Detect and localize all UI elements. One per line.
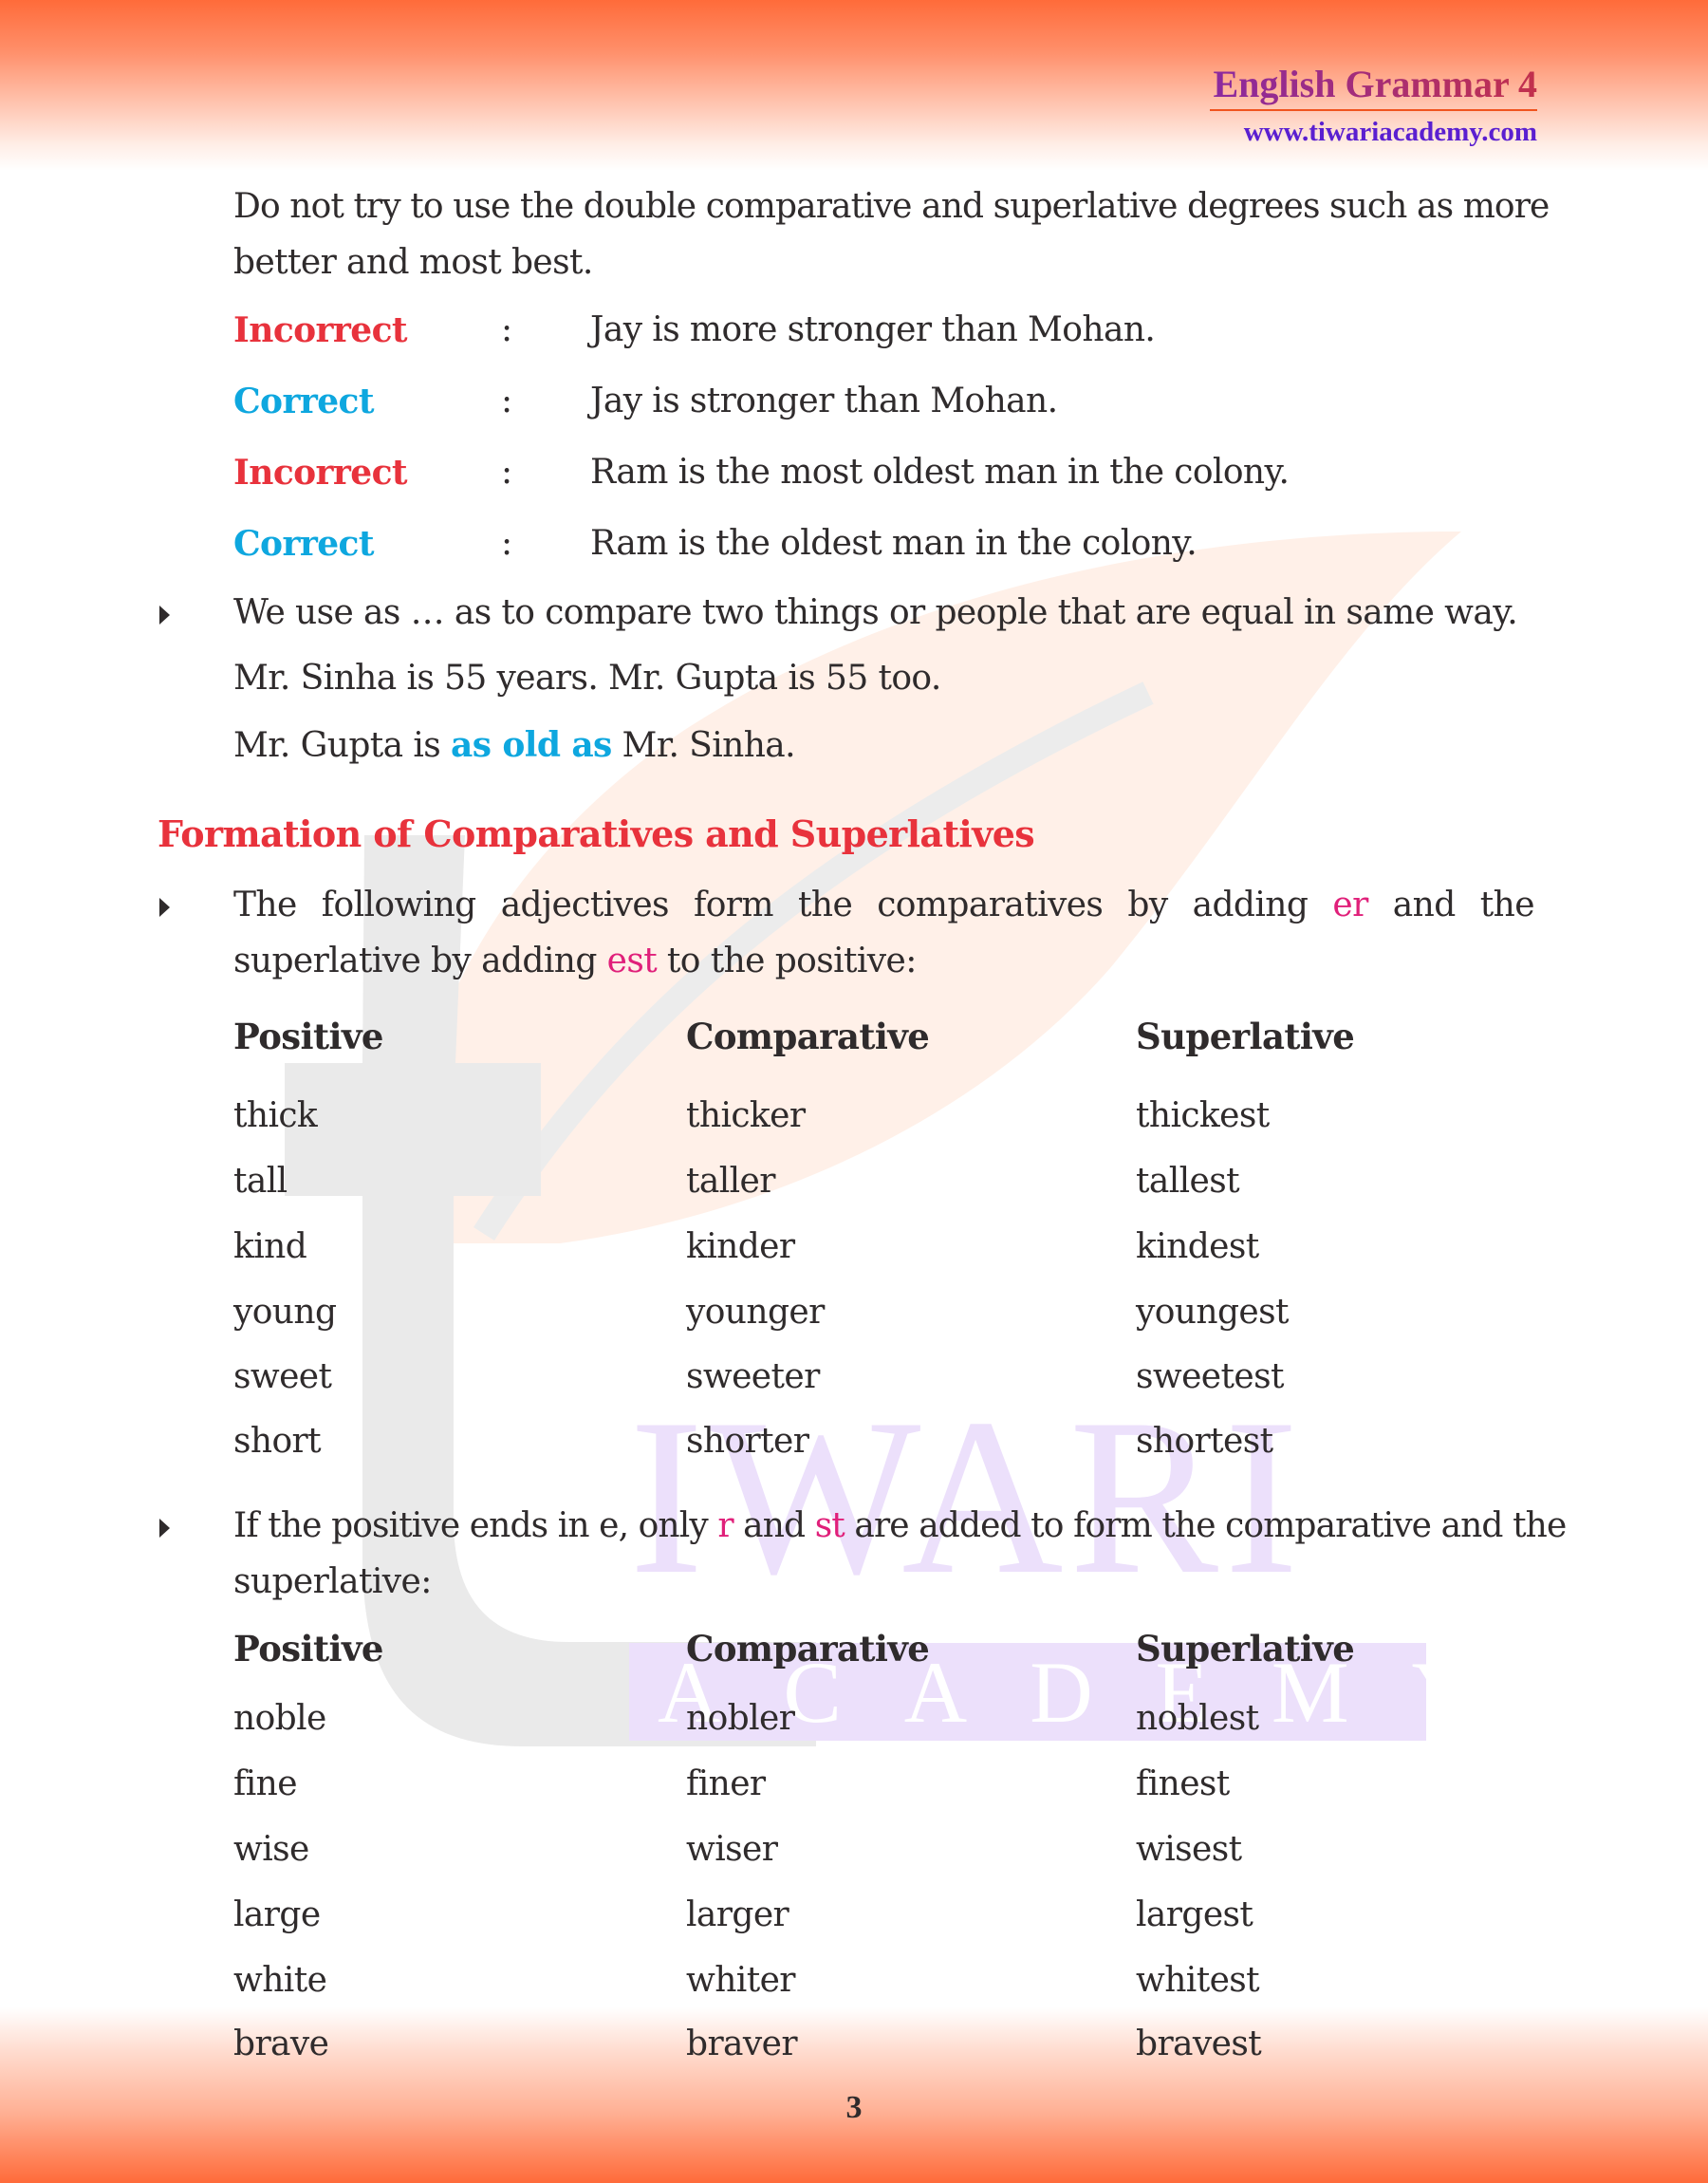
- column-header: Comparative: [686, 1628, 930, 1670]
- column-header: Comparative: [686, 1016, 930, 1057]
- example-sentence: Jay is more stronger than Mohan.: [590, 310, 1156, 349]
- cell-positive: sweet: [233, 1357, 332, 1396]
- rule-1-word: form: [694, 886, 774, 924]
- page-number: 3: [845, 2090, 863, 2125]
- as-as-highlight: as old as: [451, 725, 612, 765]
- cell-positive: tall: [233, 1162, 288, 1201]
- page-header: English Grammar 4 www.tiwariacademy.com: [1210, 63, 1537, 149]
- column-header: Positive: [233, 1628, 383, 1670]
- intro-line-1-text: Do not try to use the double comparative…: [233, 187, 1550, 226]
- suffix-highlight-er: er: [1332, 886, 1368, 924]
- example-separator: :: [501, 453, 512, 492]
- rule-1-line-2: superlative by adding est to the positiv…: [233, 941, 917, 982]
- website-link[interactable]: www.tiwariacademy.com: [1210, 115, 1537, 149]
- cell-comparative: nobler: [686, 1699, 795, 1738]
- rule-2-pre: If the positive ends in e, only: [233, 1506, 718, 1545]
- rule-1-word: the: [798, 886, 853, 924]
- intro-line-1: Do not try to use the double comparative…: [233, 186, 1550, 228]
- example-separator: :: [501, 310, 512, 349]
- cell-comparative: whiter: [686, 1961, 796, 2000]
- cell-superlative: finest: [1136, 1764, 1230, 1803]
- cell-superlative: kindest: [1136, 1227, 1259, 1266]
- cell-positive: wise: [233, 1830, 309, 1869]
- rule-2-mid: and: [733, 1506, 815, 1545]
- as-as-example-1: Mr. Sinha is 55 years. Mr. Gupta is 55 t…: [233, 659, 941, 698]
- cell-positive: fine: [233, 1764, 298, 1803]
- rule-2-post: are added to form the comparative and th…: [844, 1506, 1567, 1545]
- cell-comparative: kinder: [686, 1227, 795, 1266]
- rule-1-line-2-pre: superlative by adding: [233, 942, 607, 980]
- cell-comparative: larger: [686, 1895, 789, 1934]
- suffix-highlight-st: st: [814, 1506, 845, 1545]
- column-header: Superlative: [1136, 1016, 1355, 1057]
- cell-superlative: noblest: [1136, 1699, 1259, 1738]
- cell-superlative: shortest: [1136, 1422, 1273, 1461]
- cell-superlative: largest: [1136, 1895, 1253, 1934]
- cell-positive: kind: [233, 1227, 307, 1266]
- rule-1-word: by: [1127, 886, 1168, 924]
- column-header: Positive: [233, 1016, 383, 1057]
- cell-superlative: wisest: [1136, 1830, 1242, 1869]
- book-title: English Grammar 4: [1210, 63, 1537, 106]
- cell-comparative: wiser: [686, 1830, 778, 1869]
- cell-superlative: whitest: [1136, 1961, 1260, 2000]
- example-label-incorrect: Incorrect: [233, 453, 408, 493]
- rule-1-word: adjectives: [500, 886, 670, 924]
- as-as-rule: We use as … as to compare two things or …: [233, 593, 1518, 632]
- cell-positive: large: [233, 1895, 321, 1934]
- rule-1-word: and: [1392, 886, 1457, 924]
- cell-positive: short: [233, 1422, 322, 1461]
- cell-superlative: tallest: [1136, 1162, 1240, 1201]
- as-as-example-2: Mr. Gupta is as old as Mr. Sinha.: [233, 724, 796, 767]
- suffix-highlight-est: est: [606, 942, 658, 980]
- example-sentence: Jay is stronger than Mohan.: [590, 382, 1058, 420]
- cell-comparative: braver: [686, 2024, 798, 2063]
- bullet-arrow-icon: [159, 898, 170, 917]
- cell-comparative: younger: [686, 1293, 825, 1332]
- cell-positive: noble: [233, 1699, 326, 1738]
- column-header: Superlative: [1136, 1628, 1355, 1670]
- example-sentence: Ram is the most oldest man in the colony…: [590, 453, 1290, 492]
- cell-superlative: sweetest: [1136, 1357, 1284, 1396]
- bullet-arrow-icon: [159, 606, 170, 625]
- example-separator: :: [501, 382, 512, 420]
- cell-comparative: finer: [686, 1764, 766, 1803]
- cell-superlative: thickest: [1136, 1096, 1270, 1135]
- header-divider: [1210, 109, 1537, 111]
- example-separator: :: [501, 524, 512, 563]
- cell-positive: brave: [233, 2024, 329, 2063]
- bullet-arrow-icon: [159, 1519, 170, 1538]
- suffix-highlight-r: r: [717, 1506, 733, 1545]
- rule-1-word: following: [321, 886, 476, 924]
- cell-comparative: thicker: [686, 1096, 806, 1135]
- intro-line-2: better and most best.: [233, 243, 593, 282]
- cell-comparative: taller: [686, 1162, 775, 1201]
- example-label-correct: Correct: [233, 524, 374, 564]
- rule-1-word: the: [1479, 886, 1535, 924]
- rule-1-line-1: The following adjectives form the comparative…: [233, 885, 1535, 926]
- cell-comparative: sweeter: [686, 1357, 820, 1396]
- rule-1-word: comparatives: [877, 886, 1104, 924]
- example-label-correct: Correct: [233, 382, 374, 421]
- rule-1-word: The: [233, 886, 297, 924]
- as-as-example-2-pre: Mr. Gupta is: [233, 726, 451, 765]
- cell-positive: thick: [233, 1096, 318, 1135]
- example-label-incorrect: Incorrect: [233, 310, 408, 350]
- section-heading: Formation of Comparatives and Superlativ…: [158, 812, 1035, 855]
- cell-superlative: youngest: [1136, 1293, 1289, 1332]
- rule-1-word: adding: [1192, 886, 1309, 924]
- cell-comparative: shorter: [686, 1422, 809, 1461]
- as-as-example-2-post: Mr. Sinha.: [611, 726, 796, 765]
- rule-1-line-2-post: to the positive:: [657, 942, 917, 980]
- rule-2-line-1: If the positive ends in e, only r and st…: [233, 1505, 1567, 1547]
- cell-positive: young: [233, 1293, 337, 1332]
- rule-2-line-2: superlative:: [233, 1562, 432, 1601]
- cell-superlative: bravest: [1136, 2024, 1262, 2063]
- cell-positive: white: [233, 1961, 327, 2000]
- example-sentence: Ram is the oldest man in the colony.: [590, 524, 1197, 563]
